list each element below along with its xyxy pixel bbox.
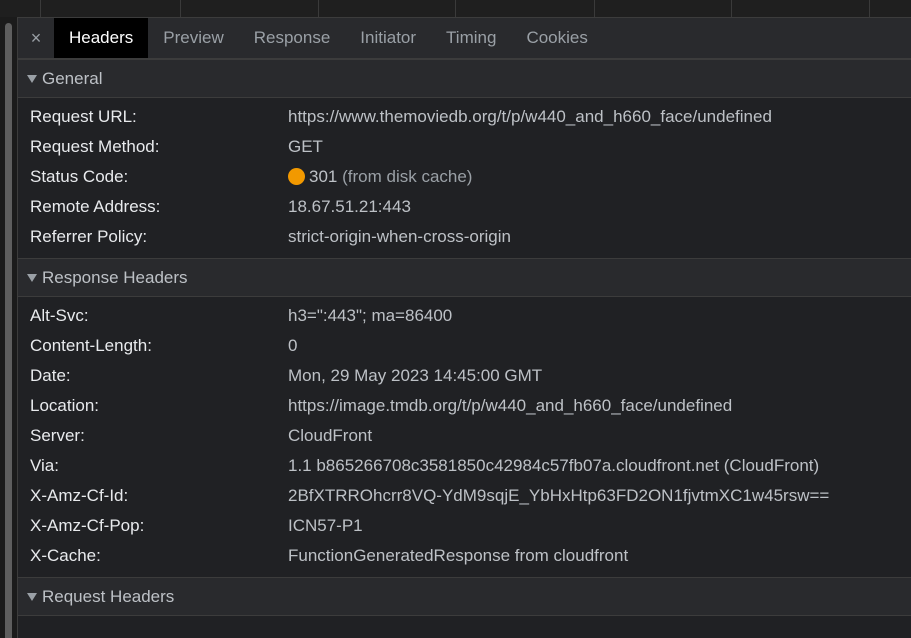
section-title: Response Headers — [42, 267, 188, 287]
header-key: Content-Length: — [30, 336, 152, 355]
section-general-rows: Request URL: https://www.themoviedb.org/… — [18, 98, 911, 258]
header-key: Via: — [30, 456, 59, 475]
header-value: https://image.tmdb.org/t/p/w440_and_h660… — [288, 396, 733, 415]
header-row: Request Method: GET — [18, 132, 911, 162]
header-value: Mon, 29 May 2023 14:45:00 GMT — [288, 366, 543, 385]
section-request-headers-header[interactable]: Request Headers — [18, 577, 911, 616]
devtools-network-panel: × Headers Preview Response Initiator Tim… — [0, 0, 911, 638]
header-row: Server: CloudFront — [18, 421, 911, 451]
header-key: X-Amz-Cf-Pop: — [30, 516, 145, 535]
header-row: Referrer Policy: strict-origin-when-cros… — [18, 222, 911, 252]
header-key: X-Cache: — [30, 546, 101, 565]
section-title: General — [42, 68, 103, 88]
status-code: 301 — [309, 167, 338, 186]
header-key: Alt-Svc: — [30, 306, 89, 325]
header-value: strict-origin-when-cross-origin — [288, 227, 511, 246]
header-value: https://www.themoviedb.org/t/p/w440_and_… — [288, 107, 772, 126]
header-key: X-Amz-Cf-Id: — [30, 486, 129, 505]
header-row: Location: https://image.tmdb.org/t/p/w44… — [18, 391, 911, 421]
header-value: ICN57-P1 — [288, 516, 363, 535]
header-key: Date: — [30, 366, 71, 385]
section-response-rows: Alt-Svc: h3=":443"; ma=86400 Content-Len… — [18, 297, 911, 577]
section-title: Request Headers — [42, 586, 175, 606]
request-details-panel: × Headers Preview Response Initiator Tim… — [18, 18, 911, 638]
header-value: GET — [288, 137, 323, 156]
tab-cookies[interactable]: Cookies — [511, 18, 602, 58]
header-key: Remote Address: — [30, 197, 161, 216]
status-value: 301 (from disk cache) — [288, 167, 472, 187]
header-row: X-Amz-Cf-Pop: ICN57-P1 — [18, 511, 911, 541]
header-value: 1.1 b865266708c3581850c42984c57fb07a.clo… — [288, 456, 820, 475]
status-dot-icon — [288, 168, 305, 185]
section-general-header[interactable]: General — [18, 59, 911, 98]
header-row: Status Code: 301 (from disk cache) — [18, 162, 911, 192]
header-row: Request URL: https://www.themoviedb.org/… — [18, 102, 911, 132]
tab-preview[interactable]: Preview — [148, 18, 238, 58]
request-grid-header — [0, 0, 911, 18]
close-icon[interactable]: × — [18, 18, 54, 58]
header-row: Date: Mon, 29 May 2023 14:45:00 GMT — [18, 361, 911, 391]
header-key: Status Code: — [30, 167, 129, 186]
tab-initiator[interactable]: Initiator — [345, 18, 431, 58]
request-list-scrollbar[interactable] — [0, 17, 18, 638]
header-key: Request Method: — [30, 137, 160, 156]
tab-headers[interactable]: Headers — [54, 18, 149, 58]
expand-triangle-icon — [27, 592, 37, 601]
header-key: Request URL: — [30, 107, 137, 126]
status-note: (from disk cache) — [342, 167, 473, 186]
header-row: Via: 1.1 b865266708c3581850c42984c57fb07… — [18, 451, 911, 481]
header-key: Server: — [30, 426, 85, 445]
tab-response[interactable]: Response — [239, 18, 346, 58]
header-key: Location: — [30, 396, 99, 415]
header-value: FunctionGeneratedResponse from cloudfron… — [288, 546, 629, 565]
header-value: 2BfXTRROhcrr8VQ-YdM9sqjE_YbHxHtp63FD2ON1… — [288, 486, 830, 505]
header-value: 18.67.51.21:443 — [288, 197, 411, 216]
header-row: X-Cache: FunctionGeneratedResponse from … — [18, 541, 911, 571]
header-row: X-Amz-Cf-Id: 2BfXTRROhcrr8VQ-YdM9sqjE_Yb… — [18, 481, 911, 511]
header-value: 0 — [288, 336, 298, 355]
header-value: CloudFront — [288, 426, 373, 445]
section-response-headers-header[interactable]: Response Headers — [18, 258, 911, 297]
expand-triangle-icon — [27, 273, 37, 282]
header-value: h3=":443"; ma=86400 — [288, 306, 453, 325]
tab-timing[interactable]: Timing — [431, 18, 511, 58]
header-key: Referrer Policy: — [30, 227, 148, 246]
scrollbar-thumb[interactable] — [5, 23, 12, 638]
details-tab-bar: × Headers Preview Response Initiator Tim… — [18, 18, 911, 59]
header-row: Alt-Svc: h3=":443"; ma=86400 — [18, 301, 911, 331]
expand-triangle-icon — [27, 74, 37, 83]
header-row: Content-Length: 0 — [18, 331, 911, 361]
header-row: Remote Address: 18.67.51.21:443 — [18, 192, 911, 222]
